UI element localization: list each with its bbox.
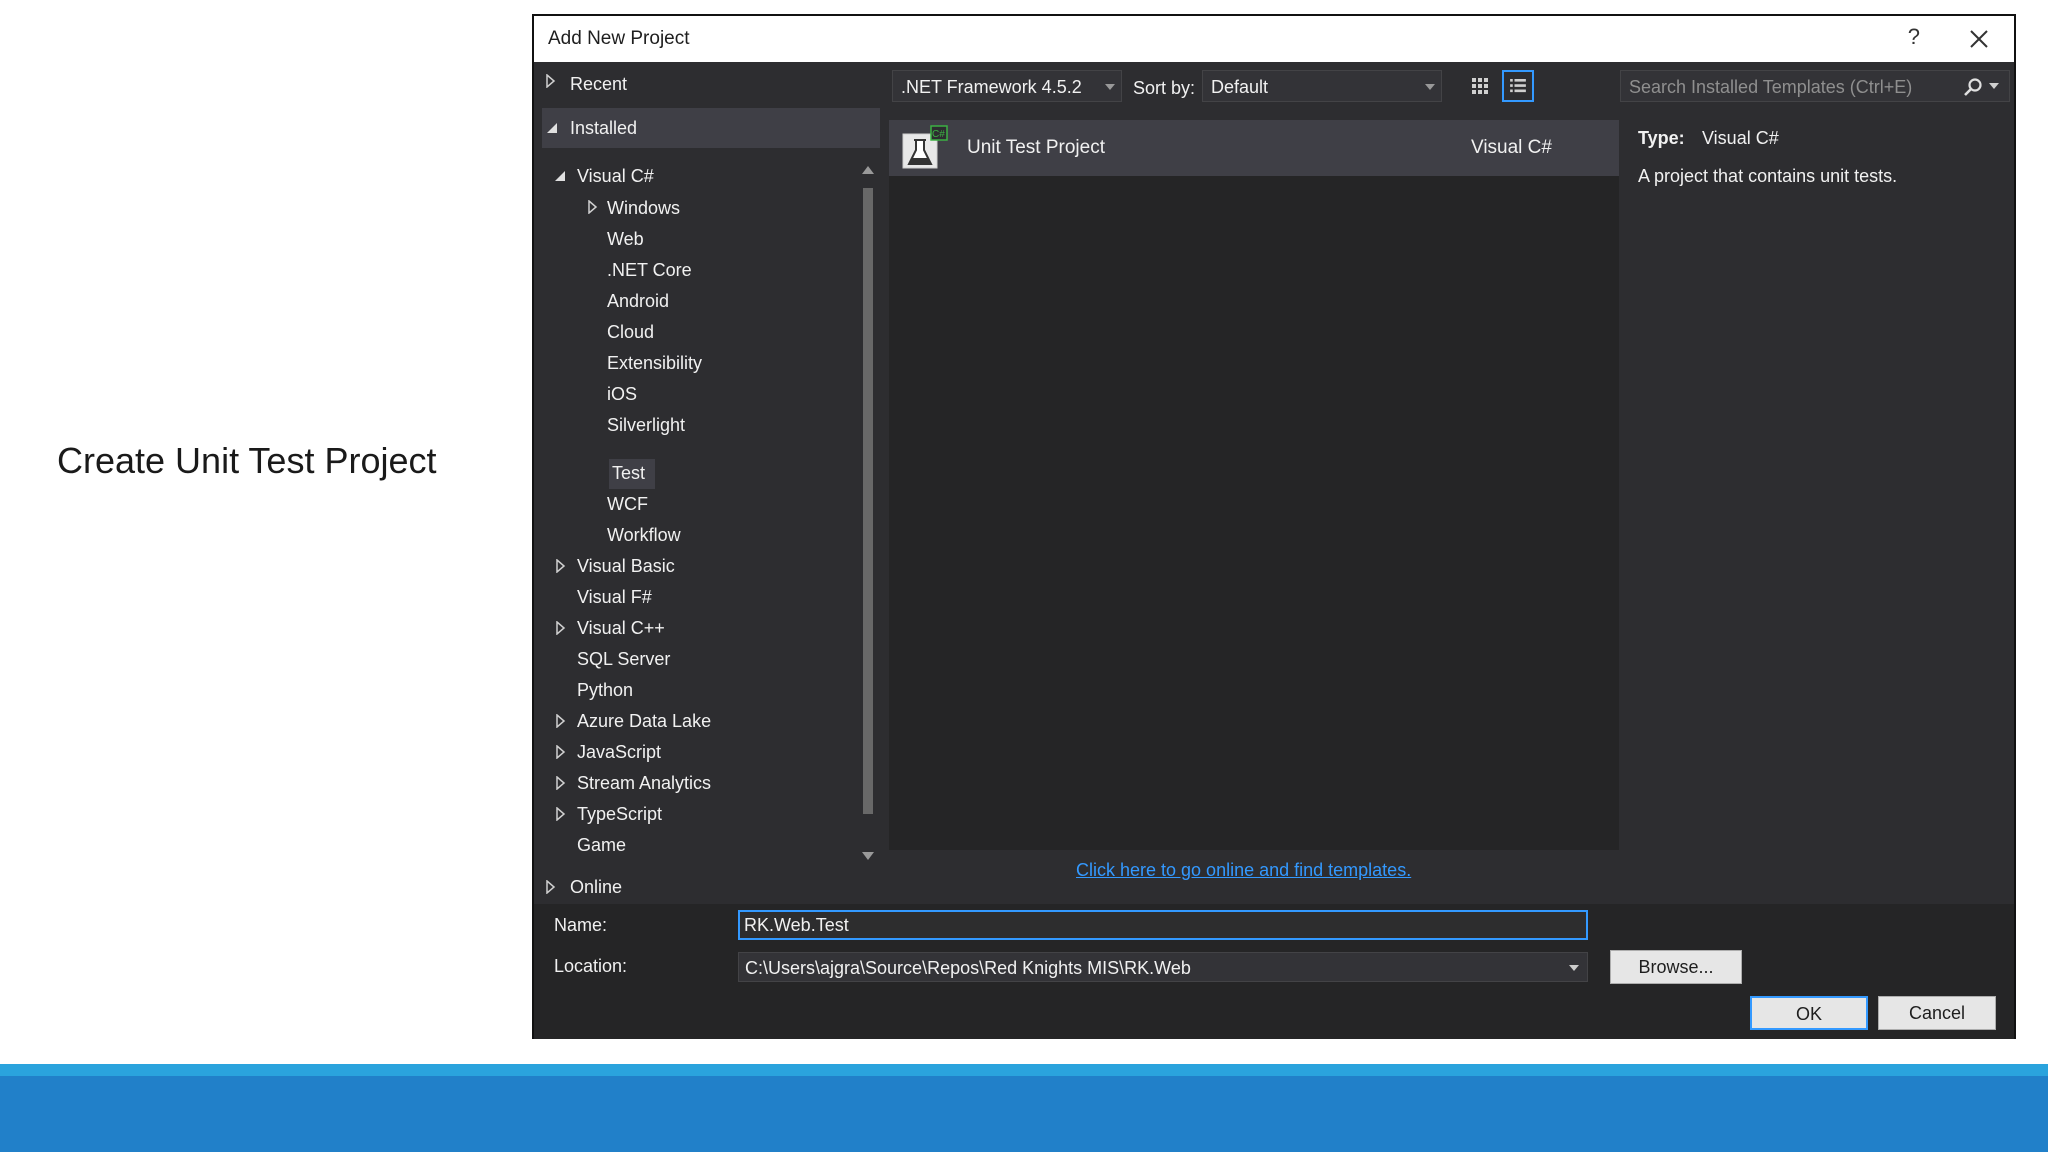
scroll-down-arrow-icon[interactable] [862, 852, 874, 860]
tree-item-silverlight[interactable]: Silverlight [607, 415, 685, 436]
stream-analytics-expand-icon[interactable] [556, 776, 566, 790]
close-icon[interactable] [1966, 26, 1992, 52]
typescript-expand-icon[interactable] [556, 807, 566, 821]
tree-item-workflow[interactable]: Workflow [607, 525, 681, 546]
tree-item-installed[interactable]: Installed [570, 118, 637, 139]
online-templates-link[interactable]: Click here to go online and find templat… [1076, 860, 1411, 881]
tree-item-recent[interactable]: Recent [570, 74, 627, 95]
dialog-titlebar: Add New Project ? [534, 16, 2014, 62]
search-input[interactable] [1627, 75, 1951, 99]
sort-by-label: Sort by: [1133, 78, 1196, 98]
tree-item-cloud[interactable]: Cloud [607, 322, 654, 343]
template-language: Visual C# [1471, 137, 1552, 158]
project-name-input[interactable] [738, 910, 1588, 940]
tree-item-game[interactable]: Game [577, 835, 626, 856]
scroll-up-arrow-icon[interactable] [862, 166, 874, 174]
location-value: C:\Users\ajgra\Source\Repos\Red Knights … [745, 958, 1191, 978]
tree-item-windows[interactable]: Windows [607, 198, 680, 219]
ok-button[interactable]: OK [1750, 996, 1868, 1030]
unit-test-project-icon: C# [902, 125, 948, 169]
location-label: Location: [554, 956, 628, 976]
tree-scrollbar[interactable] [860, 162, 876, 864]
tree-item-azure-data-lake[interactable]: Azure Data Lake [577, 711, 711, 732]
chevron-down-icon [1105, 84, 1115, 90]
browse-button[interactable]: Browse... [1610, 950, 1742, 984]
visual-basic-expand-icon[interactable] [556, 559, 566, 573]
tree-item-visual-basic[interactable]: Visual Basic [577, 556, 675, 577]
search-options-chevron-icon[interactable] [1989, 83, 1999, 91]
tree-item-net-core[interactable]: .NET Core [607, 260, 692, 281]
svg-text:C#: C# [932, 129, 945, 140]
template-search-box[interactable] [1620, 70, 2010, 102]
search-icon[interactable] [1963, 77, 1983, 97]
azure-data-lake-expand-icon[interactable] [556, 714, 566, 728]
location-dropdown[interactable]: C:\Users\ajgra\Source\Repos\Red Knights … [738, 952, 1588, 982]
tree-item-web[interactable]: Web [607, 229, 644, 250]
tree-item-test[interactable]: Test [609, 463, 648, 484]
sort-dropdown[interactable]: Default [1202, 70, 1442, 102]
list-view-icon[interactable] [1502, 70, 1534, 102]
visual-cpp-expand-icon[interactable] [556, 621, 566, 635]
tree-item-online[interactable]: Online [570, 877, 622, 898]
scroll-thumb[interactable] [863, 188, 873, 814]
template-list: C# Unit Test Project Visual C# [889, 120, 1619, 850]
windows-expand-icon[interactable] [588, 200, 598, 214]
template-row-unit-test-project[interactable]: C# Unit Test Project Visual C# [889, 120, 1619, 176]
help-button[interactable]: ? [1908, 24, 1920, 50]
chevron-down-icon [1425, 84, 1435, 90]
javascript-expand-icon[interactable] [556, 745, 566, 759]
template-description: A project that contains unit tests. [1638, 166, 1898, 186]
type-value: Visual C# [1702, 128, 1779, 148]
tree-item-stream-analytics[interactable]: Stream Analytics [577, 773, 711, 794]
template-name: Unit Test Project [967, 137, 1105, 158]
slide-footer-band [0, 1076, 2048, 1152]
tree-item-visual-cpp[interactable]: Visual C++ [577, 618, 665, 639]
cancel-button[interactable]: Cancel [1878, 996, 1996, 1030]
slide-title: Create Unit Test Project [57, 440, 437, 481]
type-label: Type: [1638, 128, 1685, 148]
chevron-down-icon [1569, 965, 1579, 971]
recent-expand-icon[interactable] [546, 74, 556, 88]
sort-value: Default [1211, 77, 1269, 97]
tree-item-wcf[interactable]: WCF [607, 494, 648, 515]
online-expand-icon[interactable] [546, 880, 556, 894]
tree-item-visual-fsharp[interactable]: Visual F# [577, 587, 652, 608]
framework-dropdown[interactable]: .NET Framework 4.5.2 [892, 70, 1122, 102]
tree-item-extensibility[interactable]: Extensibility [607, 353, 702, 374]
small-icons-view-icon[interactable] [1464, 70, 1496, 102]
add-new-project-dialog: Add New Project ? Recent Installed Visua… [532, 14, 2016, 1039]
name-label: Name: [554, 915, 608, 935]
installed-collapse-icon[interactable] [546, 122, 558, 134]
tree-item-sql-server[interactable]: SQL Server [577, 649, 670, 670]
dialog-title: Add New Project [548, 28, 690, 49]
tree-item-ios[interactable]: iOS [607, 384, 637, 405]
visual-csharp-collapse-icon[interactable] [554, 170, 566, 182]
slide-accent-band [0, 1064, 2048, 1076]
tree-item-javascript[interactable]: JavaScript [577, 742, 661, 763]
tree-item-python[interactable]: Python [577, 680, 633, 701]
tree-item-visual-csharp[interactable]: Visual C# [577, 166, 654, 187]
tree-item-typescript[interactable]: TypeScript [577, 804, 662, 825]
tree-item-android[interactable]: Android [607, 291, 669, 312]
framework-value: .NET Framework 4.5.2 [901, 77, 1082, 97]
